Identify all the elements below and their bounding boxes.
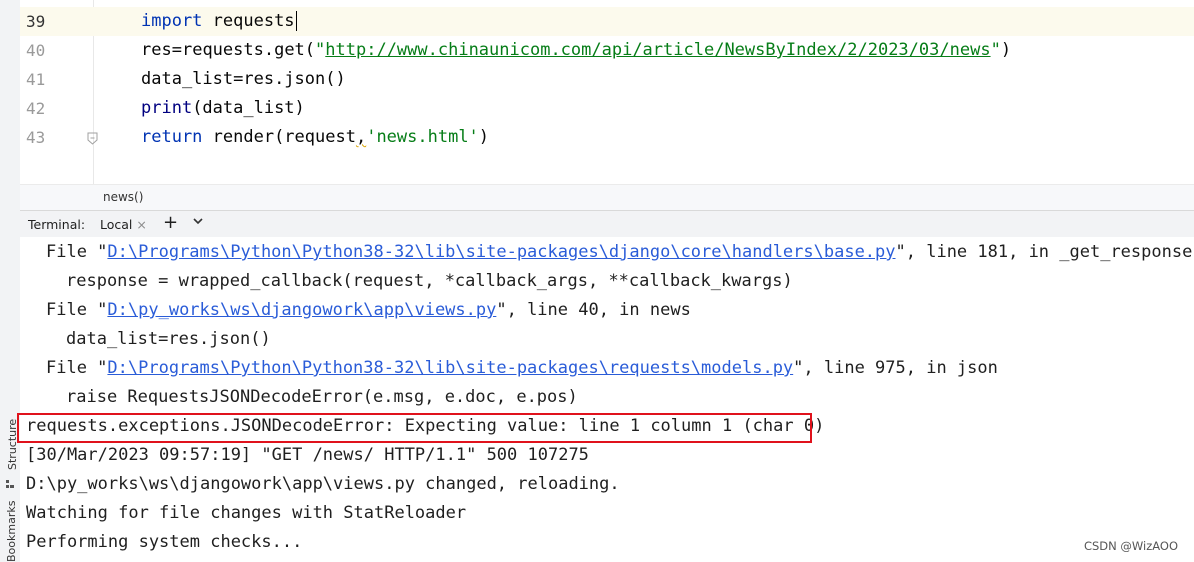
terminal-line: File "D:\Programs\Python\Python38-32\lib… (46, 354, 998, 383)
code-token: import (141, 11, 203, 31)
code-token: " (990, 40, 1001, 60)
code-token: (data_list) (192, 98, 305, 118)
code-text[interactable]: import requests (141, 7, 297, 36)
line-number: 41 (26, 70, 46, 89)
terminal-text: ", line 40, in news (496, 300, 691, 320)
tab-local-label: Local (100, 217, 133, 232)
file-path-link[interactable]: D:\Programs\Python\Python38-32\lib\site-… (107, 242, 895, 262)
terminal-text: ", line 975, in json (793, 358, 998, 378)
terminal-text: [30/Mar/2023 09:57:19] "GET /news/ HTTP/… (26, 445, 589, 465)
line-number: 43 (26, 128, 46, 147)
terminal-label: Terminal: (28, 217, 86, 232)
line-number: 39 (26, 12, 46, 31)
terminal-toolbar: Terminal: Local × + (20, 210, 1194, 239)
tab-local[interactable]: Local × (92, 211, 155, 239)
breadcrumb: news() (20, 184, 1194, 211)
file-path-link[interactable]: D:\Programs\Python\Python38-32\lib\site-… (107, 358, 793, 378)
code-token: data_list (141, 69, 234, 89)
code-token: print (141, 98, 193, 118)
terminal-text: File " (46, 242, 108, 262)
code-token: res (141, 40, 172, 60)
code-token: 'news.html' (366, 127, 479, 147)
code-token: ) (478, 127, 490, 147)
structure-icon (6, 474, 14, 488)
terminal-text: Watching for file changes with StatReloa… (26, 503, 467, 523)
terminal-text: Performing system checks... (26, 532, 303, 552)
terminal-line: data_list=res.json() (66, 325, 271, 354)
line-number: 40 (26, 41, 46, 60)
code-token: render(request (202, 127, 356, 147)
code-text[interactable]: data_list=res.json() (141, 65, 346, 94)
code-text[interactable]: res=requests.get("http://www.chinaunicom… (141, 36, 1011, 65)
close-icon[interactable]: × (136, 217, 146, 232)
code-token: requests (202, 11, 295, 31)
terminal-text: raise RequestsJSONDecodeError(e.msg, e.d… (66, 387, 578, 407)
add-terminal-icon[interactable]: + (163, 212, 178, 233)
code-token: , (355, 127, 367, 147)
terminal-text: D:\py_works\ws\djangowork\app\views.py c… (26, 474, 620, 494)
terminal-line: File "D:\py_works\ws\djangowork\app\view… (46, 296, 691, 325)
code-token: =res.json() (233, 69, 346, 89)
watermark: CSDN @WizAOO (1083, 539, 1178, 553)
file-path-link[interactable]: D:\py_works\ws\djangowork\app\views.py (107, 300, 496, 320)
terminal-text: File " (46, 300, 108, 320)
terminal-text: File " (46, 358, 108, 378)
terminal-text: response = wrapped_callback(request, *ca… (66, 271, 793, 291)
terminal-line: Watching for file changes with StatReloa… (26, 499, 466, 528)
terminal-line: D:\py_works\ws\djangowork\app\views.py c… (26, 470, 620, 499)
code-token: http://www.chinaunicom.com/api/article/N… (325, 40, 991, 60)
breadcrumb-item-news[interactable]: news() (103, 190, 143, 204)
code-token: " (315, 40, 326, 60)
terminal-line: raise RequestsJSONDecodeError(e.msg, e.d… (66, 383, 578, 412)
text-caret (295, 11, 297, 31)
terminal-text: data_list=res.json() (66, 329, 271, 349)
terminal-text: ", line 181, in _get_response (895, 242, 1193, 262)
code-token: ) (1000, 40, 1012, 60)
code-editor[interactable]: 39 import requests 40 res=requests.get("htt… (20, 0, 1194, 184)
bookmarks-panel-label[interactable]: Bookmarks (5, 501, 18, 562)
code-text[interactable]: return render(request,'news.html') (141, 123, 489, 152)
left-tool-strip: Structure Bookmarks (0, 0, 21, 562)
code-token: = (171, 40, 182, 60)
terminal-line: [30/Mar/2023 09:57:19] "GET /news/ HTTP/… (26, 441, 589, 470)
terminal-output[interactable]: File "D:\Programs\Python\Python38-32\lib… (20, 237, 1194, 562)
chevron-down-icon[interactable] (192, 215, 204, 227)
terminal-line: File "D:\Programs\Python\Python38-32\lib… (46, 238, 1192, 267)
line-number: 42 (26, 99, 46, 118)
terminal-line: response = wrapped_callback(request, *ca… (66, 267, 793, 296)
code-text[interactable]: print(data_list) (141, 94, 305, 123)
terminal-line: Performing system checks... (26, 528, 302, 557)
code-token: return (141, 127, 203, 147)
fold-icon[interactable] (87, 130, 98, 145)
error-highlight-box (17, 413, 812, 443)
code-token: requests.get( (181, 40, 316, 60)
